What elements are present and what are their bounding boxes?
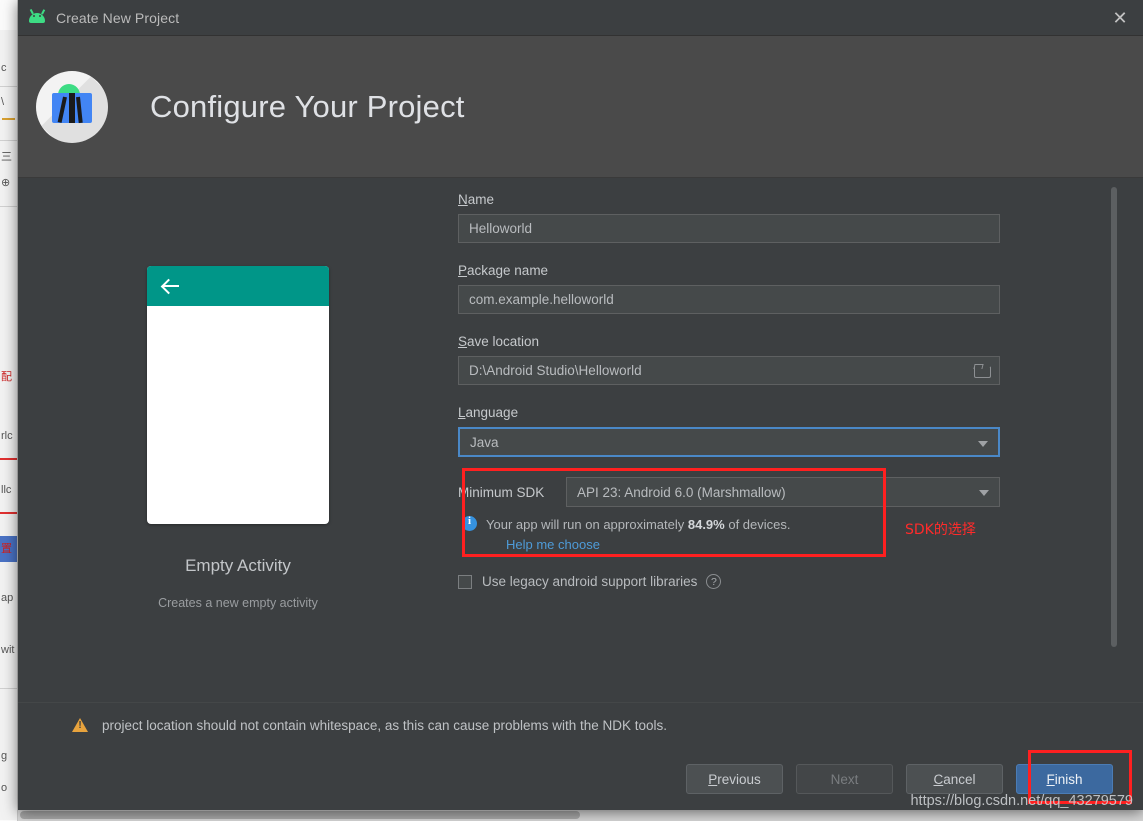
next-button: Next <box>796 764 893 794</box>
save-location-label: Save location <box>458 334 1000 349</box>
save-location-input[interactable]: D:\Android Studio\Helloworld <box>458 356 1000 385</box>
minimum-sdk-label: Minimum SDK <box>458 484 545 500</box>
background-left-panel: c \ 三 ⊕ 配 rlc llc 置 ap wit g o <box>0 0 18 821</box>
bg-fragment: wit <box>1 644 15 656</box>
package-name-input[interactable]: com.example.helloworld <box>458 285 1000 314</box>
package-name-label-mnemonic: P <box>458 263 468 278</box>
language-label-rest: anguage <box>465 405 519 420</box>
minimum-sdk-info-text: Your app will run on approximately 84.9%… <box>486 515 791 555</box>
scrollbar-thumb[interactable] <box>20 811 580 819</box>
bg-fragment: rlc <box>1 430 13 442</box>
finish-button[interactable]: Finish <box>1016 764 1113 794</box>
page-title: Configure Your Project <box>150 88 465 124</box>
form-scroll-clip <box>18 690 1143 702</box>
sdk-info-suffix: of devices. <box>724 517 791 532</box>
package-name-label-rest: ackage name <box>467 263 549 278</box>
validation-warning: project location should not contain whit… <box>18 702 1143 748</box>
field-name: Name Helloworld <box>458 192 1000 243</box>
legacy-libraries-checkbox[interactable] <box>458 574 472 589</box>
bg-fragment: o <box>1 782 8 794</box>
preview-appbar <box>147 266 329 306</box>
question-mark-icon[interactable]: ? <box>706 574 722 590</box>
chevron-down-icon <box>978 441 988 447</box>
bg-fragment: 配 <box>1 371 12 383</box>
activity-template-name: Empty Activity <box>185 556 291 575</box>
dialog-title: Create New Project <box>56 9 180 26</box>
legacy-libraries-label: Use legacy android support libraries <box>482 574 698 590</box>
chevron-down-icon <box>979 490 989 496</box>
field-save-location: Save location D:\Android Studio\Hellowor… <box>458 334 1000 385</box>
warning-triangle-icon <box>72 718 88 733</box>
bg-fragment: g <box>1 750 8 762</box>
cancel-button[interactable]: Cancel <box>906 764 1003 794</box>
form-scrollbar[interactable] <box>1111 187 1117 647</box>
previous-button-mnemonic: P <box>708 771 718 787</box>
package-name-label: Package name <box>458 263 1000 278</box>
project-config-form: Name Helloworld Package name com.example… <box>458 178 1143 702</box>
close-icon[interactable]: ✕ <box>1097 0 1143 36</box>
name-input-value: Helloworld <box>469 221 533 236</box>
sdk-info-prefix: Your app will run on approximately <box>486 517 688 532</box>
activity-preview-thumbnail <box>147 266 329 524</box>
bg-fragment: c <box>1 62 7 74</box>
android-studio-logo-icon <box>36 70 108 143</box>
next-button-label: Next <box>830 771 859 787</box>
legacy-libraries-row[interactable]: Use legacy android support libraries ? <box>458 574 1000 590</box>
minimum-sdk-select[interactable]: API 23: Android 6.0 (Marshmallow) <box>566 477 1000 507</box>
minimum-sdk-select-value: API 23: Android 6.0 (Marshmallow) <box>577 484 786 500</box>
cancel-button-rest: ancel <box>943 771 976 787</box>
name-label-rest: ame <box>467 192 495 207</box>
finish-button-rest: inish <box>1054 771 1083 787</box>
sdk-info-percent: 84.9% <box>687 517 725 532</box>
bg-fragment: ap <box>1 592 14 604</box>
bg-fragment: \ <box>1 96 5 108</box>
field-package-name: Package name com.example.helloworld <box>458 263 1000 314</box>
back-arrow-icon <box>161 276 181 296</box>
bg-fragment: llc <box>1 484 12 496</box>
dialog-titlebar: Create New Project ✕ <box>18 0 1143 36</box>
dialog-body: Empty Activity Creates a new empty activ… <box>18 178 1143 702</box>
save-location-input-value: D:\Android Studio\Helloworld <box>469 363 642 378</box>
create-new-project-dialog: Create New Project ✕ Configure Your Proj… <box>18 0 1143 810</box>
language-label: Language <box>458 405 1000 420</box>
minimum-sdk-row: Minimum SDK API 23: Android 6.0 (Marshma… <box>458 477 1000 507</box>
activity-template-description: Creates a new empty activity <box>158 596 318 610</box>
previous-button[interactable]: Previous <box>686 764 783 794</box>
finish-button-mnemonic: F <box>1046 771 1055 787</box>
bg-fragment: 三 <box>1 151 12 163</box>
name-label-mnemonic: N <box>458 192 468 207</box>
android-robot-icon <box>28 8 46 27</box>
save-location-label-mnemonic: S <box>458 334 468 349</box>
previous-button-rest: revious <box>717 771 761 787</box>
save-location-label-rest: ave location <box>467 334 540 349</box>
activity-preview-panel: Empty Activity Creates a new empty activ… <box>18 178 458 702</box>
bg-fragment: 置 <box>1 543 12 555</box>
bg-fragment: ⊕ <box>1 177 11 189</box>
language-select[interactable]: Java <box>458 427 1000 457</box>
language-label-mnemonic: L <box>458 405 466 420</box>
watermark-url: https://blog.csdn.net/qq_43279579 <box>910 793 1133 809</box>
dialog-footer: Previous Next Cancel Finish https://blog… <box>18 748 1143 810</box>
folder-icon[interactable] <box>974 364 991 378</box>
info-icon <box>462 515 477 531</box>
package-name-input-value: com.example.helloworld <box>469 292 614 307</box>
help-me-choose-link[interactable]: Help me choose <box>506 535 791 555</box>
language-select-value: Java <box>470 434 499 450</box>
field-language: Language Java <box>458 405 1000 457</box>
minimum-sdk-block: Minimum SDK API 23: Android 6.0 (Marshma… <box>458 468 1000 557</box>
cancel-button-mnemonic: C <box>933 771 944 787</box>
name-input[interactable]: Helloworld <box>458 214 1000 243</box>
validation-warning-text: project location should not contain whit… <box>102 718 668 733</box>
sdk-annotation-text: SDK的选择 <box>905 522 976 538</box>
dialog-header: Configure Your Project <box>18 36 1143 178</box>
name-label: Name <box>458 192 1000 207</box>
